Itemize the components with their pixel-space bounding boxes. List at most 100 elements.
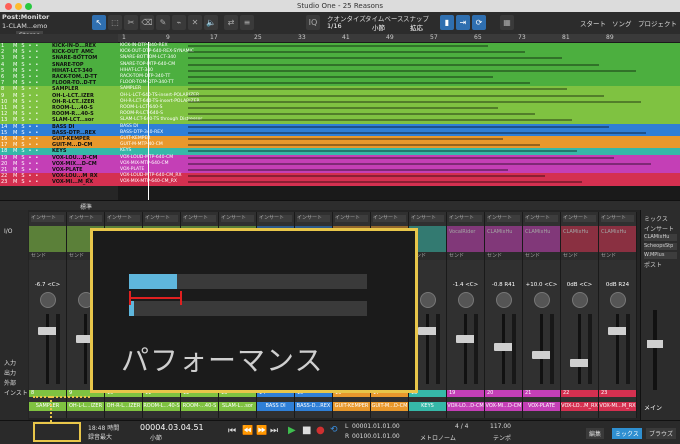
timebase-value[interactable]: 小節: [372, 22, 385, 32]
track-ms-buttons[interactable]: MS••: [13, 136, 42, 142]
range-tool-icon[interactable]: ⬚: [108, 15, 122, 30]
pan-value[interactable]: <C>: [544, 282, 557, 288]
channel-name[interactable]: ROOM-L...40-S: [143, 402, 180, 411]
metronome-label[interactable]: メトロノーム: [420, 433, 456, 442]
song-page-tab[interactable]: ソング: [612, 18, 632, 28]
track-name[interactable]: KICK-IN-D...REX: [52, 43, 96, 49]
tab-browse[interactable]: ブラウズ: [646, 428, 677, 439]
track-name[interactable]: ROOM-R...40-S: [52, 111, 94, 117]
pan-value[interactable]: <C>: [579, 282, 592, 288]
volume-value[interactable]: 0dB: [606, 282, 617, 288]
track-name[interactable]: BASS DI: [52, 124, 74, 130]
grid-icon[interactable]: ▦: [500, 15, 514, 30]
loop-right-value[interactable]: 00100.01.01.00: [352, 433, 400, 440]
track-ms-buttons[interactable]: MS••: [13, 117, 42, 123]
insert-slot[interactable]: インサート: [411, 215, 444, 222]
volume-fader[interactable]: [418, 327, 437, 335]
channel-name[interactable]: BASS-D...REX: [295, 402, 332, 411]
position-display[interactable]: 00004.03.04.51: [140, 423, 204, 432]
ripple-tool-icon[interactable]: ≡: [240, 15, 254, 30]
volume-fader[interactable]: [608, 327, 627, 335]
track-header[interactable]: 23 MS•• VOX-MI...M_RX: [0, 179, 118, 186]
insert-slot[interactable]: インサート: [183, 215, 216, 222]
insert-slot[interactable]: インサート: [107, 215, 140, 222]
maximize-icon[interactable]: [25, 3, 32, 10]
project-page-tab[interactable]: プロジェクト: [638, 18, 677, 28]
track-name[interactable]: BASS-DTP...REX: [52, 130, 96, 136]
track-name[interactable]: VOX-MIX...D-CM: [52, 161, 97, 167]
track-ms-buttons[interactable]: MS••: [13, 111, 42, 117]
insert-slot[interactable]: インサート: [373, 215, 406, 222]
arrange-view[interactable]: KICK-IN-DTP-340-REX KICK-OUT-DTP-640-REX-…: [118, 42, 680, 200]
pan-knob[interactable]: [610, 292, 626, 308]
track-ms-buttons[interactable]: MS••: [13, 99, 42, 105]
main-fader[interactable]: [647, 340, 663, 348]
follow-icon[interactable]: ⟳: [472, 15, 486, 30]
track-ms-buttons[interactable]: MS••: [13, 49, 42, 55]
io-label[interactable]: I/O: [4, 228, 13, 235]
channel-name[interactable]: VOX-PLATE: [523, 402, 560, 411]
channel-name[interactable]: KEYS: [409, 402, 446, 411]
track-ms-buttons[interactable]: MS••: [13, 68, 42, 74]
insert-slot[interactable]: インサート: [449, 215, 482, 222]
snap-value[interactable]: 拡応: [410, 22, 423, 32]
track-ms-buttons[interactable]: MS••: [13, 148, 42, 154]
volume-value[interactable]: 0dB: [567, 282, 578, 288]
track-name[interactable]: VOX-LOU...M_RX: [52, 173, 98, 179]
track-name[interactable]: SNARE-BOTTOM: [52, 55, 97, 61]
arrow-tool-icon[interactable]: ↖: [92, 15, 106, 30]
pan-knob[interactable]: [458, 292, 474, 308]
pan-value[interactable]: <C>: [465, 282, 478, 288]
forward-end-icon[interactable]: ⏭: [270, 426, 278, 436]
track-ms-buttons[interactable]: MS••: [13, 62, 42, 68]
pan-knob[interactable]: [496, 292, 512, 308]
track-ms-buttons[interactable]: MS••: [13, 179, 42, 185]
mute-tool-icon[interactable]: ✕: [188, 15, 202, 30]
pan-knob[interactable]: [534, 292, 550, 308]
pan-value[interactable]: R41: [504, 282, 515, 288]
volume-value[interactable]: +10.0: [526, 282, 543, 288]
channel-name[interactable]: OH-L-L...IZER: [67, 402, 104, 411]
rewind-start-icon[interactable]: ⏮: [228, 426, 236, 436]
track-ms-buttons[interactable]: MS••: [13, 167, 42, 173]
channel-name[interactable]: OH-R-L...IZER: [105, 402, 142, 411]
pan-knob[interactable]: [420, 292, 436, 308]
main-plugin-1[interactable]: CLAMixHu: [644, 234, 677, 241]
volume-fader[interactable]: [494, 343, 513, 351]
tab-mix[interactable]: ミックス: [612, 428, 642, 439]
track-ms-buttons[interactable]: MS••: [13, 155, 42, 161]
instrument-label[interactable]: インスト: [4, 388, 28, 397]
insert-slot[interactable]: インサート: [221, 215, 254, 222]
plugin-slot[interactable]: CLAMixHu: [563, 229, 588, 235]
playhead[interactable]: [148, 42, 149, 200]
channel-name[interactable]: ROOM-...40-S: [181, 402, 218, 411]
track-name[interactable]: SLAM-LCT...sor: [52, 117, 94, 123]
insert-slot[interactable]: インサート: [335, 215, 368, 222]
insert-slot[interactable]: インサート: [525, 215, 558, 222]
track-name[interactable]: OH-L-LCT..IZER: [52, 93, 94, 99]
main-plugin-2[interactable]: ScheopsStp: [644, 243, 677, 250]
track-ms-buttons[interactable]: MS••: [13, 86, 42, 92]
minimize-icon[interactable]: [15, 3, 22, 10]
track-name[interactable]: ROOM-L...40-S: [52, 105, 93, 111]
rewind-icon[interactable]: ⏪: [242, 426, 253, 436]
play-icon[interactable]: ▶: [288, 425, 296, 436]
channel-name[interactable]: SAMPLER: [29, 402, 66, 411]
tab-edit[interactable]: 編集: [586, 428, 605, 439]
timeline-ruler[interactable]: 1 9 17 25 33 41 49 57 65 73 81 89: [118, 34, 680, 42]
send-slot[interactable]: センド: [29, 252, 66, 260]
speaker-tool-icon[interactable]: 🔈: [204, 15, 218, 30]
loop-left-value[interactable]: 00001.01.01.00: [352, 423, 400, 430]
plugin-slot[interactable]: VocalRider: [449, 229, 475, 235]
listen-tool-icon[interactable]: ⇄: [224, 15, 238, 30]
main-plugin-3[interactable]: W.MPlus: [644, 252, 677, 259]
insert-slot[interactable]: インサート: [259, 215, 292, 222]
track-lane[interactable]: VOX-MIX-MTP-640-CM_RX: [118, 179, 680, 186]
track-name[interactable]: KEYS: [52, 148, 67, 154]
track-ms-buttons[interactable]: MS••: [13, 93, 42, 99]
track-ms-buttons[interactable]: MS••: [13, 173, 42, 179]
volume-fader[interactable]: [532, 351, 551, 359]
bend-tool-icon[interactable]: ⌁: [172, 15, 186, 30]
insert-slot[interactable]: インサート: [69, 215, 102, 222]
track-ms-buttons[interactable]: MS••: [13, 55, 42, 61]
